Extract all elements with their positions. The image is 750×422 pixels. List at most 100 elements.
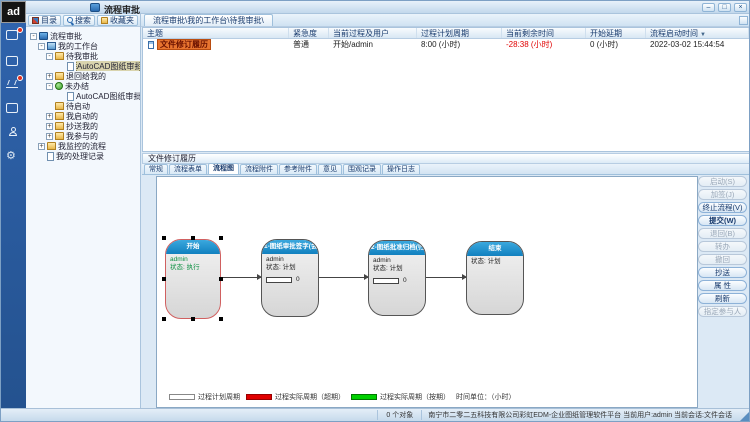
workflow-icon <box>39 32 48 40</box>
tree-item-root[interactable]: -流程审批 <box>28 31 140 41</box>
expander-icon[interactable]: + <box>46 73 53 80</box>
settings-gear-icon[interactable]: ⚙ <box>6 151 20 163</box>
selection-handle[interactable] <box>219 236 223 240</box>
selection-handle[interactable] <box>162 277 166 281</box>
row-urgency: 普通 <box>289 39 329 50</box>
time-unit-label: 时间单位：（小时） <box>456 392 516 402</box>
breadcrumb-tab[interactable]: 流程审批\我的工作台\待我审批\ <box>144 14 273 26</box>
tab-opinions[interactable]: 意见 <box>318 164 342 174</box>
app-icon <box>90 3 100 12</box>
tree-item-unfinished[interactable]: -未办结 <box>28 81 140 91</box>
selection-handle[interactable] <box>191 236 195 240</box>
expander-icon[interactable]: - <box>46 53 53 60</box>
search-button[interactable]: 搜索 <box>63 15 95 26</box>
col-planned-period[interactable]: 过程计划周期 <box>417 28 502 38</box>
col-start-delay[interactable]: 开始延期 <box>586 28 646 38</box>
flow-node-start[interactable]: 开始 admin 状态: 执行 <box>165 239 221 319</box>
row-start-time: 2022-03-02 15:44:54 <box>646 39 749 50</box>
detail-section: 文件修订履历 常规 流程表单 流程图 流程附件 参考附件 意见 围观记录 操作日… <box>142 153 750 409</box>
table-row[interactable]: 文件修订履历 普通 开始/admin 8:00 (小时) -28:38 (小时)… <box>143 39 749 50</box>
user-icon[interactable] <box>6 127 20 139</box>
expander-icon[interactable]: + <box>38 143 45 150</box>
tree-item-participated[interactable]: +我参与的 <box>28 131 140 141</box>
process-table: 主题 紧急度 当前过程及用户 过程计划周期 当前剩余时间 开始延期 流程启动时间… <box>142 27 750 152</box>
tab-process-form[interactable]: 流程表单 <box>169 164 207 174</box>
tree-item-autocad-flow-2[interactable]: AutoCAD图纸审批归档流程 (1) <box>28 91 140 101</box>
col-remaining-time[interactable]: 当前剩余时间 <box>502 28 586 38</box>
folder-icon <box>55 112 64 120</box>
node-status: 状态: 计划 <box>373 265 421 273</box>
selection-handle[interactable] <box>191 317 195 321</box>
minimize-button[interactable]: – <box>702 3 715 12</box>
tree-item-cc-to-me[interactable]: +抄送我的 <box>28 121 140 131</box>
properties-button[interactable]: 属 性 <box>698 280 747 291</box>
folder-icon <box>55 122 64 130</box>
tree-item-to-start[interactable]: 待启动 <box>28 101 140 111</box>
selection-handle[interactable] <box>162 317 166 321</box>
refresh-button[interactable]: 刷新 <box>698 293 747 304</box>
folder-icon[interactable] <box>6 56 20 68</box>
tab-flow-diagram[interactable]: 流程图 <box>208 163 239 174</box>
cc-button[interactable]: 抄送 <box>698 267 747 278</box>
folder-icon <box>55 132 64 140</box>
col-start-time[interactable]: 流程启动时间▼ <box>646 28 749 38</box>
tree-item-started-by-me[interactable]: +我启动的 <box>28 111 140 121</box>
tree-item-pending-approval[interactable]: -待我审批 <box>28 51 140 61</box>
panel-toolbar: 目录 搜索 收藏夹 <box>26 14 140 27</box>
col-current-process[interactable]: 当前过程及用户 <box>329 28 417 38</box>
tab-view-records[interactable]: 围观记录 <box>343 164 381 174</box>
workbench-icon <box>47 42 56 50</box>
row-remaining-time: -28:38 (小时) <box>502 39 586 50</box>
tree-item-returned[interactable]: +退回给我的 <box>28 71 140 81</box>
expander-icon[interactable]: - <box>30 33 37 40</box>
close-button[interactable]: × <box>734 3 747 12</box>
tree-item-history[interactable]: 我的处理记录 <box>28 151 140 161</box>
resize-grip-icon[interactable] <box>740 412 749 421</box>
maximize-button[interactable]: □ <box>718 3 731 12</box>
expander-icon[interactable]: - <box>46 83 53 90</box>
flow-node-end[interactable]: 结束 状态: 计划 <box>466 241 524 315</box>
flow-canvas[interactable]: 开始 admin 状态: 执行 1-图纸审批签字(会签) <box>156 176 698 408</box>
message-icon[interactable] <box>6 30 20 42</box>
selection-handle[interactable] <box>162 236 166 240</box>
company-session-info: 南宁市二零二五科技有限公司彩虹EDM-企业图纸管理软件平台 当前用户:admin… <box>422 410 740 420</box>
title-bar: 流程审批 – □ × <box>1 1 750 14</box>
flow-node-review-sign[interactable]: 1-图纸审批签字(会签) admin 状态: 计划 0 <box>261 239 319 317</box>
document-icon <box>67 92 74 101</box>
expander-icon[interactable]: + <box>46 113 53 120</box>
row-planned-period: 8:00 (小时) <box>417 39 502 50</box>
flow-node-approve-archive[interactable]: 2-图纸批准归档(归档) admin 状态: 计划 0 <box>368 240 426 316</box>
submit-button[interactable]: 提交(W) <box>698 215 747 226</box>
progress-value: 0 <box>403 277 407 284</box>
main-panel: 流程审批\我的工作台\待我审批\ 主题 紧急度 当前过程及用户 过程计划周期 当… <box>141 14 750 410</box>
flow-connector <box>319 277 368 278</box>
legend-ontime-swatch <box>351 394 377 400</box>
directory-icon <box>32 17 39 24</box>
tab-reference-attachments[interactable]: 参考附件 <box>279 164 317 174</box>
row-subject[interactable]: 文件修订履历 <box>157 39 211 50</box>
selection-handle[interactable] <box>219 317 223 321</box>
tree-item-workbench[interactable]: -我的工作台 <box>28 41 140 51</box>
activity-icon[interactable] <box>6 78 20 90</box>
documents-icon[interactable] <box>6 103 20 115</box>
brand-logo: ad <box>1 1 26 23</box>
col-subject[interactable]: 主题 <box>143 28 289 38</box>
expander-icon[interactable]: + <box>46 123 53 130</box>
col-urgency[interactable]: 紧急度 <box>289 28 329 38</box>
tab-process-attachments[interactable]: 流程附件 <box>240 164 278 174</box>
directory-button[interactable]: 目录 <box>28 15 61 26</box>
favorites-button[interactable]: 收藏夹 <box>97 15 138 26</box>
terminate-process-button[interactable]: 终止流程(V) <box>698 202 747 213</box>
navigation-panel: 目录 搜索 收藏夹 -流程审批 -我的工作台 -待我审批 AutoCAD图纸审批… <box>26 14 141 410</box>
tree-item-autocad-flow[interactable]: AutoCAD图纸审批归档流程 (1) <box>28 61 140 71</box>
tab-general[interactable]: 常规 <box>144 164 168 174</box>
expander-icon[interactable]: - <box>38 43 45 50</box>
row-current-process: 开始/admin <box>329 39 417 50</box>
node-user: admin <box>266 256 314 264</box>
tab-operation-log[interactable]: 操作日志 <box>382 164 420 174</box>
expander-icon[interactable]: + <box>46 133 53 140</box>
status-bar: 0 个对象 南宁市二零二五科技有限公司彩虹EDM-企业图纸管理软件平台 当前用户… <box>1 408 750 421</box>
tab-list-icon[interactable] <box>739 16 748 25</box>
start-button: 启动(S) <box>698 176 747 187</box>
tree-item-monitored[interactable]: +我监控的流程 <box>28 141 140 151</box>
